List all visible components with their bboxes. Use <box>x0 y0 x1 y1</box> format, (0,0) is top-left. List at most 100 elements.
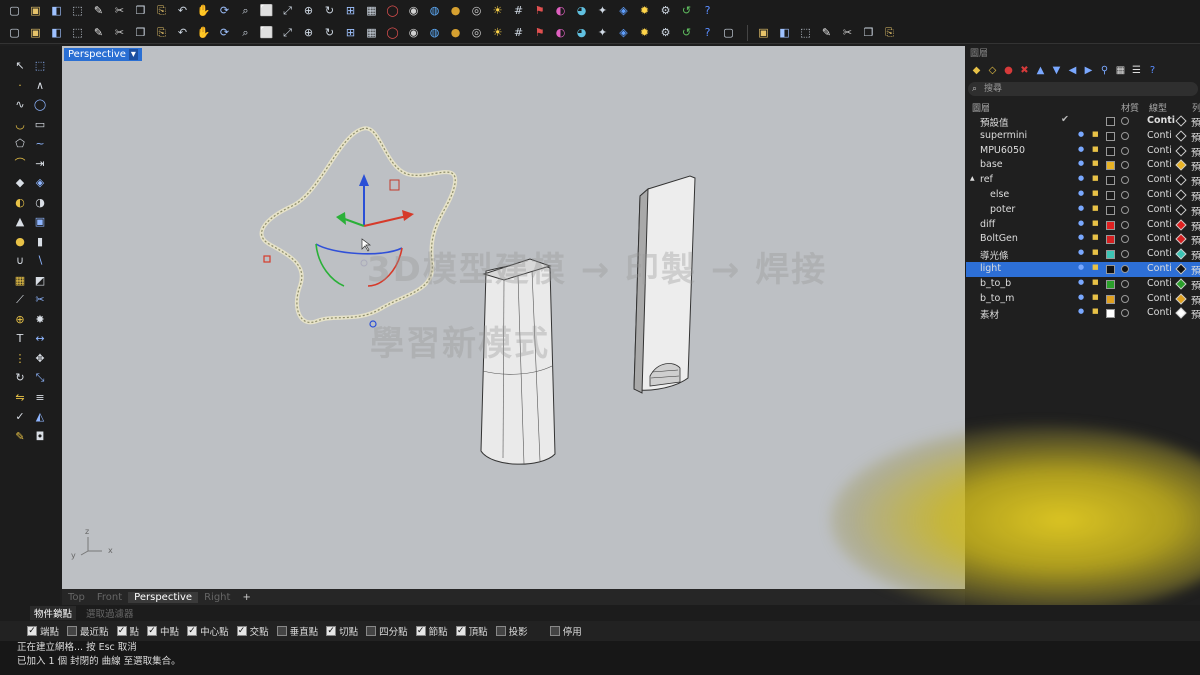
layer-visibility-bulb-icon[interactable]: ● <box>1078 189 1084 197</box>
layer-visibility-bulb-icon[interactable]: ● <box>1078 204 1084 212</box>
layer-print-color-icon[interactable] <box>1175 144 1187 157</box>
layer-linetype[interactable]: Conti <box>1147 145 1172 156</box>
layer-material-icon[interactable] <box>1121 309 1129 318</box>
layer-color-swatch[interactable] <box>1106 294 1115 304</box>
layer-print-color-icon[interactable] <box>1175 189 1187 201</box>
explode-icon[interactable]: ✸ <box>32 312 48 327</box>
layer-icon[interactable]: ◈ <box>615 25 632 41</box>
osnap-item-7[interactable]: ✓ 切點 <box>326 624 358 638</box>
transform-icon[interactable]: ⚑ <box>531 25 548 41</box>
target-icon[interactable]: ◎ <box>468 3 485 19</box>
layer-visibility-bulb-icon[interactable]: ● <box>1078 293 1084 301</box>
layer-material-icon[interactable] <box>1121 235 1129 244</box>
layer-print-color-icon[interactable] <box>1175 248 1187 260</box>
mesh-icon[interactable]: ▦ <box>12 273 28 288</box>
wireframe-icon[interactable]: ◯ <box>384 3 401 19</box>
help-icon[interactable]: ? <box>1146 64 1159 77</box>
point-icon[interactable]: ▣ <box>27 25 44 41</box>
move-right-icon[interactable]: ▶ <box>1082 64 1095 77</box>
rotate-view-icon[interactable]: ⟳ <box>216 3 233 19</box>
layer-visibility-bulb-icon[interactable]: ● <box>1078 174 1084 182</box>
layer-lock-icon[interactable]: ■ <box>1092 204 1099 212</box>
layer-visibility-bulb-icon[interactable]: ● <box>1078 159 1084 167</box>
layer-row-2[interactable]: MPU6050 ● ■ Conti 預 <box>966 144 1200 159</box>
layer-print-color-icon[interactable] <box>1175 218 1187 231</box>
layer-row-9[interactable]: 導光條 ● ■ Conti 預 <box>966 247 1200 262</box>
block-icon[interactable]: ◎ <box>468 25 485 41</box>
layer-print-width[interactable]: 預 <box>1191 130 1200 144</box>
layer-material-icon[interactable] <box>1121 176 1129 185</box>
layer-print-color-icon[interactable] <box>1175 159 1187 172</box>
layer-lock-icon[interactable]: ■ <box>1092 219 1099 227</box>
help-icon[interactable]: ? <box>699 3 716 19</box>
layer-material-icon[interactable] <box>1121 161 1129 170</box>
paste-icon[interactable]: ⎘ <box>153 3 170 19</box>
snap-tools-icon[interactable]: ◧ <box>776 25 793 41</box>
layer-name[interactable]: poter <box>990 204 1015 215</box>
grid-icon[interactable]: ▦ <box>1114 64 1127 77</box>
boolean-union-icon[interactable]: ∪ <box>12 253 28 268</box>
layer-name[interactable]: 素材 <box>980 307 999 321</box>
layer-material-icon[interactable] <box>1121 117 1129 125</box>
array-icon[interactable]: ◐ <box>552 25 569 41</box>
layer-lock-icon[interactable]: ■ <box>1092 233 1099 241</box>
add-viewport-tab-icon[interactable]: + <box>236 592 256 603</box>
shaded-icon[interactable]: ◉ <box>405 3 422 19</box>
layer-lock-icon[interactable]: ■ <box>1092 263 1099 271</box>
layer-color-swatch[interactable] <box>1106 205 1115 215</box>
layer-material-icon[interactable] <box>1121 205 1129 214</box>
layer-name[interactable]: ref <box>980 174 993 185</box>
environment-icon[interactable]: ◈ <box>615 3 632 19</box>
layer-linetype[interactable]: Conti <box>1147 189 1172 200</box>
polygon-icon[interactable]: ⎘ <box>153 25 170 41</box>
leader-icon[interactable]: ◍ <box>426 25 443 41</box>
circle-icon[interactable]: ◯ <box>32 97 48 112</box>
layer-linetype[interactable]: Conti <box>1147 159 1172 170</box>
layer-print-width[interactable]: 預 <box>1191 174 1200 188</box>
circle-icon[interactable]: ✂ <box>111 25 128 41</box>
chamfer-icon[interactable]: ⟳ <box>216 25 233 41</box>
layer-linetype[interactable]: Conti <box>1147 293 1172 304</box>
ellipse-icon[interactable]: ❐ <box>132 25 149 41</box>
perspective-viewport[interactable]: Perspective ▾ 3D模型建模 → 印製 → 焊接 學習新模式 x y… <box>62 46 965 589</box>
split-icon[interactable]: ⤢ <box>279 25 296 41</box>
layer-linetype[interactable]: Conti <box>1147 219 1172 230</box>
cut-icon[interactable]: ✂ <box>111 3 128 19</box>
header-material[interactable]: 材質 <box>1121 101 1139 114</box>
bottom-tab-1[interactable]: 選取過濾器 <box>82 606 138 620</box>
extrude-icon[interactable]: ▲ <box>12 214 28 229</box>
osnap-item-6[interactable]: 垂直點 <box>276 624 318 638</box>
zoom-icon[interactable]: ⌕ <box>237 3 254 19</box>
move-left-icon[interactable]: ◀ <box>1066 64 1079 77</box>
sun-icon[interactable]: ✹ <box>636 3 653 19</box>
move-down-icon[interactable]: ▼ <box>1050 64 1063 77</box>
layer-lock-icon[interactable]: ■ <box>1092 159 1099 167</box>
layer-linetype[interactable]: Conti <box>1147 130 1172 141</box>
layer-color-swatch[interactable] <box>1106 235 1115 245</box>
rotate-icon[interactable]: ↻ <box>12 370 28 385</box>
layer-lock-icon[interactable]: ■ <box>1092 307 1099 315</box>
four-viewports-icon[interactable]: ⊞ <box>342 3 359 19</box>
layer-row-5[interactable]: else ● ■ Conti 預 <box>966 188 1200 203</box>
move-up-icon[interactable]: ▲ <box>1034 64 1047 77</box>
layer-visibility-bulb-icon[interactable]: ● <box>1078 278 1084 286</box>
layer-name[interactable]: diff <box>980 219 995 230</box>
layer-row-4[interactable]: ▲ ref ● ■ Conti 預 <box>966 173 1200 188</box>
osnap-item-11[interactable]: 投影 <box>495 624 528 638</box>
history-icon[interactable]: ▣ <box>755 25 772 41</box>
list-icon[interactable]: ☰ <box>1130 64 1143 77</box>
header-layer-name[interactable]: 圖層 <box>972 101 990 114</box>
rotate-icon[interactable]: ↻ <box>321 3 338 19</box>
select-icon[interactable]: ↖ <box>12 58 28 73</box>
layer-linetype[interactable]: Conti <box>1147 248 1172 259</box>
layer-material-icon[interactable] <box>1121 264 1129 273</box>
layer-name[interactable]: MPU6050 <box>980 145 1025 156</box>
properties-icon[interactable]: ⚙ <box>657 25 674 41</box>
layer-name[interactable]: 預設值 <box>980 115 1009 129</box>
join-icon[interactable]: ⊕ <box>300 25 317 41</box>
save-icon[interactable]: ◧ <box>48 3 65 19</box>
offset-icon[interactable]: ↶ <box>174 25 191 41</box>
group-icon[interactable]: ☀ <box>489 25 506 41</box>
layer-color-swatch[interactable] <box>1106 250 1115 260</box>
analysis-icon[interactable]: ◭ <box>32 409 48 424</box>
